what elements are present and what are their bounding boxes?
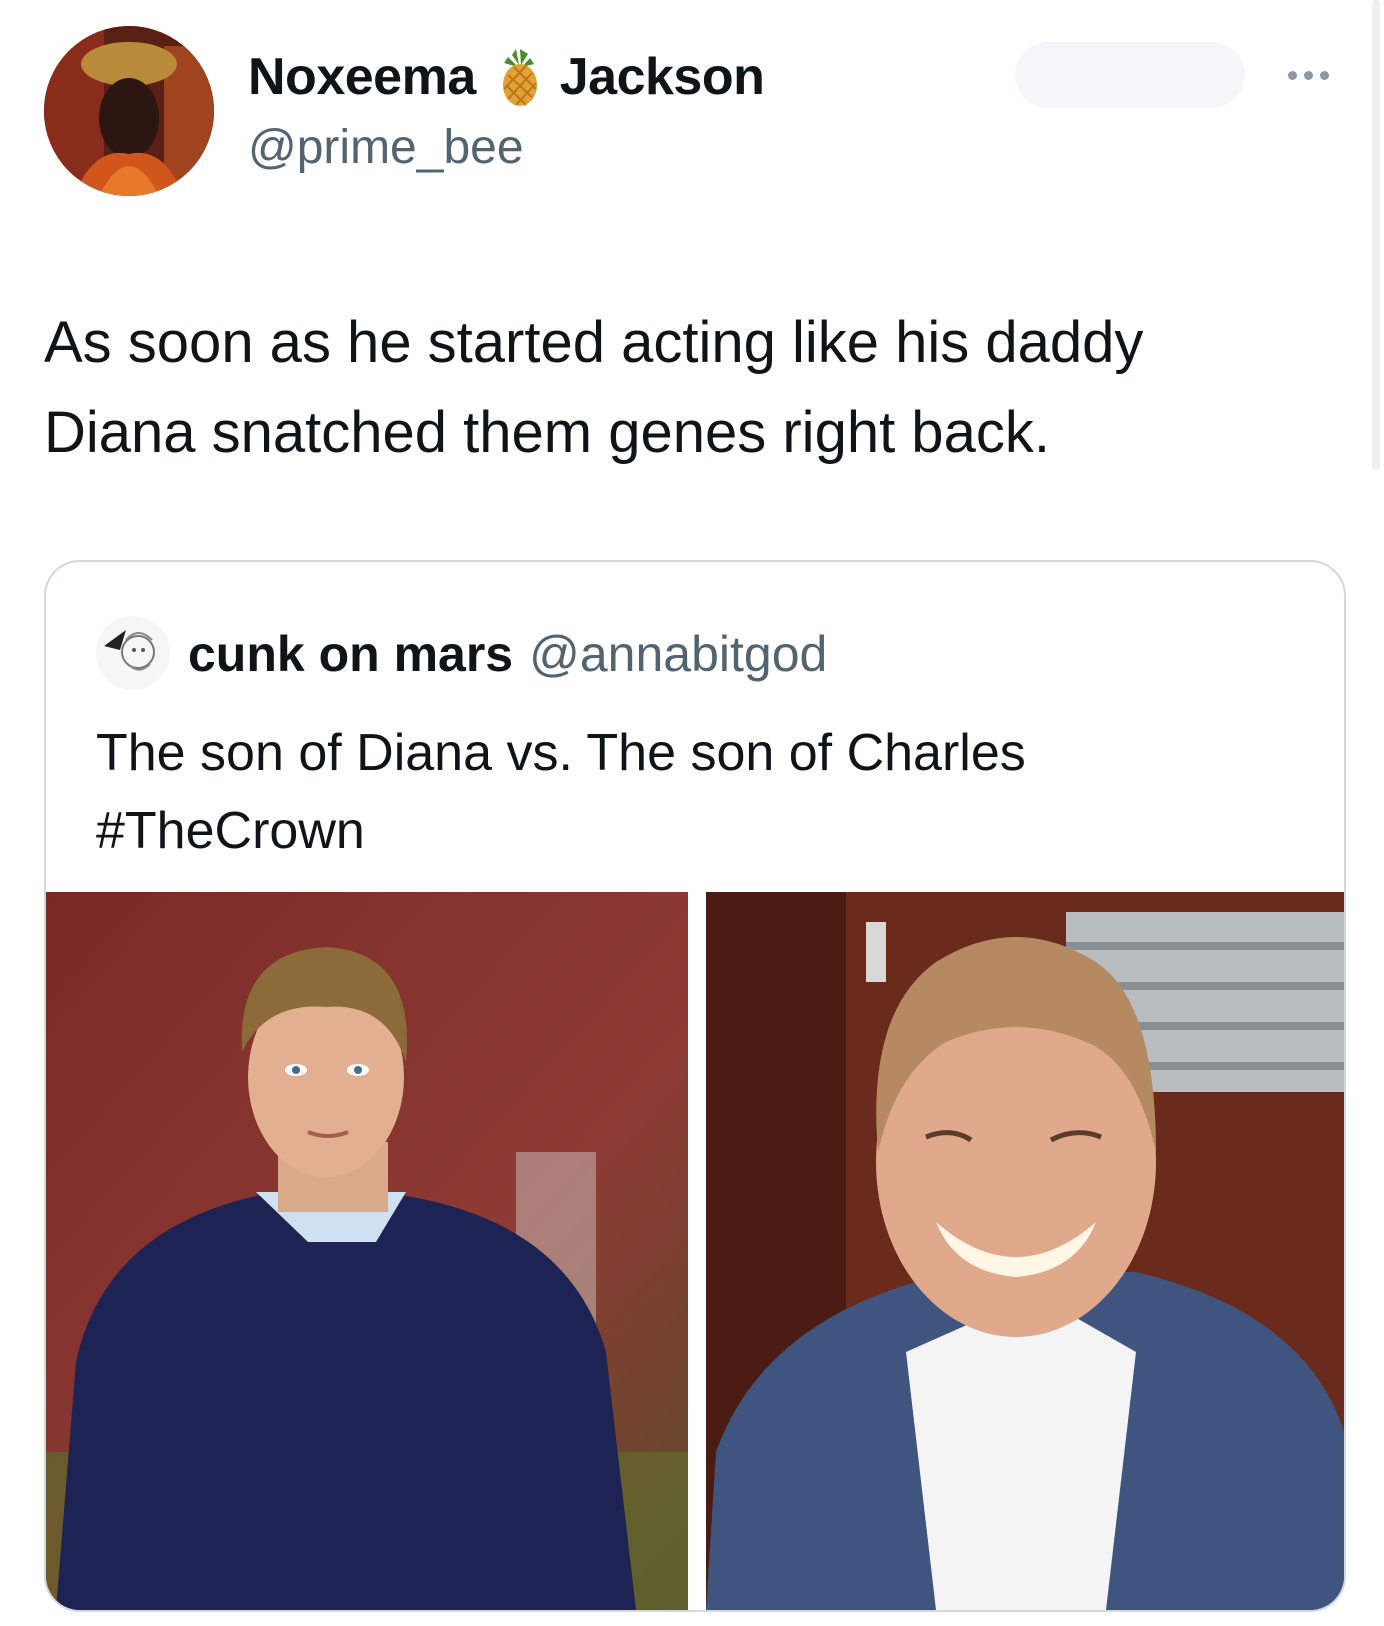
photo-smiling-man-blazer[interactable]	[706, 892, 1344, 1610]
author-handle[interactable]: @prime_bee	[248, 120, 524, 175]
pineapple-icon	[486, 45, 550, 109]
more-options-icon[interactable]	[1278, 60, 1338, 90]
quoted-tweet[interactable]: cunk on mars @annabitgod The son of Dian…	[44, 560, 1346, 1612]
more-dot	[1319, 70, 1329, 80]
author-name-row: Noxeema Jackson	[248, 42, 765, 112]
quoted-tweet-text: The son of Diana vs. The son of Charles …	[96, 724, 1026, 860]
author-first-name[interactable]: Noxeema	[248, 47, 476, 107]
quoted-author-name[interactable]: cunk on mars	[188, 625, 513, 683]
quoted-avatar-sketch	[96, 616, 170, 690]
tweet-card: Noxeema Jackson @prime_bee As soon as he…	[0, 0, 1384, 1626]
follow-button[interactable]	[1015, 42, 1245, 108]
author-avatar[interactable]	[44, 26, 214, 196]
avatar-portrait	[44, 26, 214, 196]
quoted-name-row: cunk on mars @annabitgod	[188, 622, 827, 686]
more-dot	[1303, 70, 1313, 80]
photo-young-man-sweater[interactable]	[46, 892, 688, 1610]
quoted-media	[46, 892, 1344, 1610]
author-last-name[interactable]: Jackson	[560, 47, 765, 107]
quoted-author-avatar[interactable]	[96, 616, 170, 690]
tweet-text: As soon as he started acting like his da…	[44, 310, 1144, 465]
more-dot	[1287, 70, 1297, 80]
scrollbar[interactable]	[1372, 0, 1380, 470]
quoted-author-handle[interactable]: @annabitgod	[529, 625, 827, 683]
